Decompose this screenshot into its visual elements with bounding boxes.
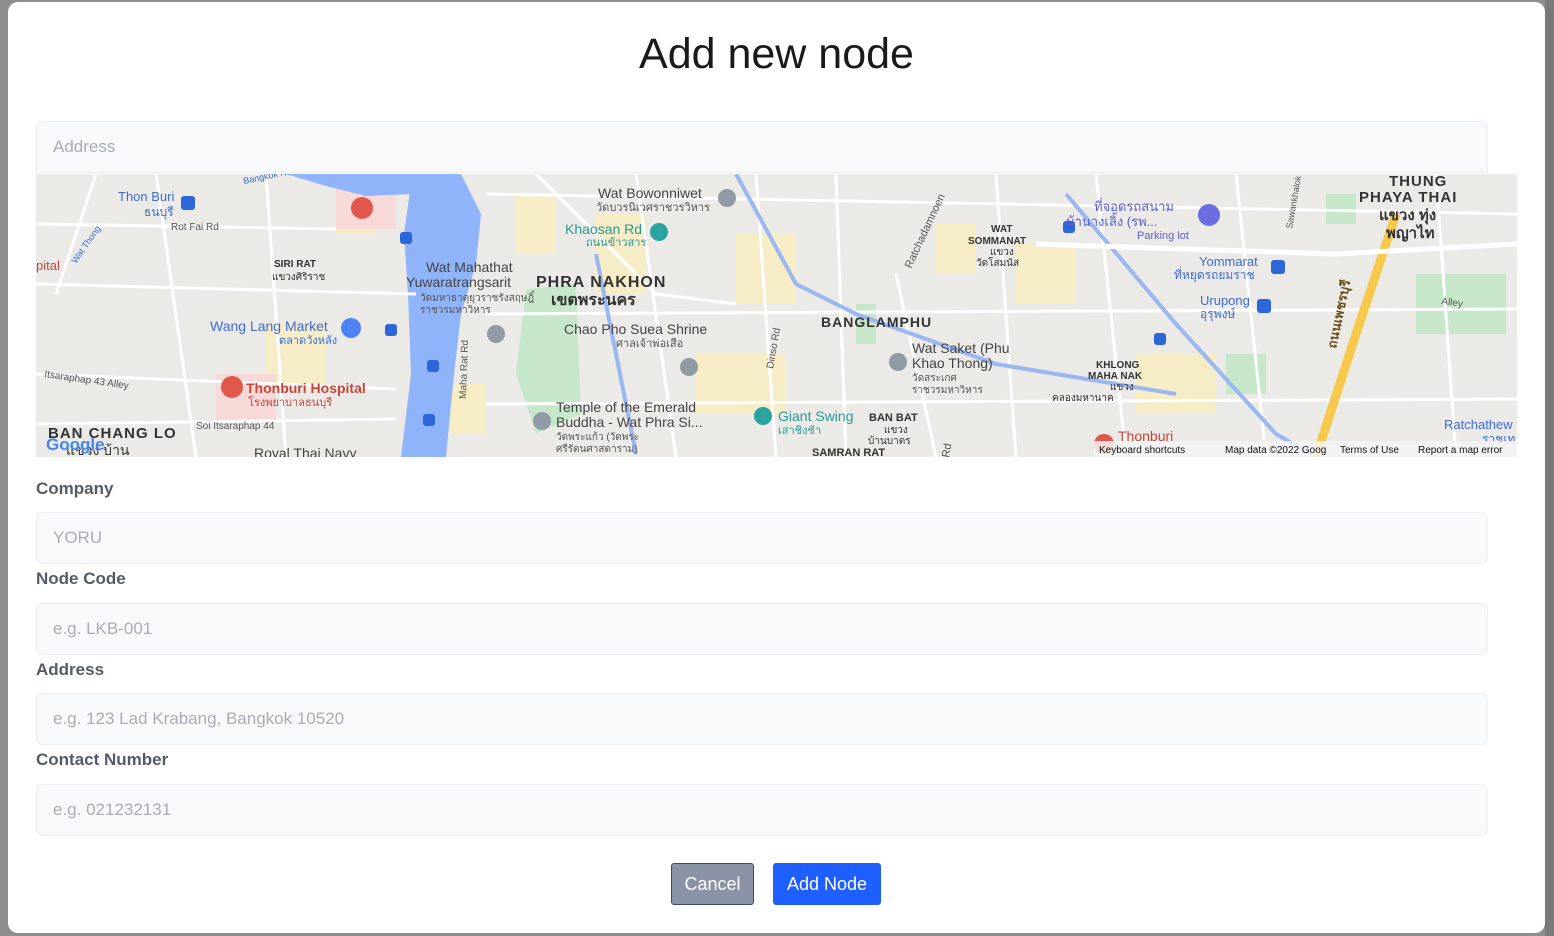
map-label: บ้านบาตร [868, 435, 911, 447]
map-label: Royal Thai Navy [254, 445, 356, 457]
map-label: Giant Swing [778, 408, 853, 424]
map-label: ศาลเจ้าพ่อเสือ [616, 337, 683, 350]
map-canvas[interactable]: Thon Buri ธนบุรี Rot Fai Rd pital SIRI R… [36, 174, 1517, 457]
map-label: แขวง [884, 425, 908, 436]
map-label: BAN BAT [869, 412, 918, 424]
map-label: วัดมหาธาตุยุวราชรังสฤษฎิ์ [420, 290, 536, 304]
map-label: โรงพยาบาลธนบุรี [248, 395, 332, 409]
map-label: Khao Thong) [912, 355, 993, 371]
map-label: คลองมหานาค [1052, 393, 1114, 404]
cancel-button[interactable]: Cancel [671, 863, 754, 905]
map-label: ที่หยุดรถยมราช [1174, 266, 1255, 283]
map-view[interactable]: Thon Buri ธนบุรี Rot Fai Rd pital SIRI R… [36, 174, 1517, 457]
map-label: Wat Bowonniwet [598, 185, 702, 201]
map-label: Khaosan Rd [565, 221, 642, 237]
map-label: Yuwaratrangsarit [406, 274, 511, 290]
map-label: Maha Rat Rd [458, 340, 471, 399]
map-label: Parking lot [1137, 230, 1189, 242]
map-label: Chao Pho Suea Shrine [564, 321, 707, 337]
map-label: Rot Fai Rd [171, 222, 219, 233]
map-label: ตลาดวังหลัง [279, 335, 337, 347]
map-label: วัดบวรนิเวศราชวรวิหาร [596, 202, 710, 214]
map-label: ม้านางเลิ้ง (รพ... [1066, 212, 1158, 229]
node-code-label: Node Code [36, 569, 126, 588]
map-label: แขวง [990, 247, 1014, 258]
keyboard-shortcuts-link[interactable]: Keyboard shortcuts [1099, 445, 1185, 456]
add-node-button[interactable]: Add Node [773, 863, 881, 905]
map-label: ที่จอดรถสนาม [1094, 198, 1174, 214]
map-label: วัดสระเกศ [912, 373, 957, 384]
map-label: SIRI RAT [274, 259, 316, 270]
map-label: แขวง ทุ่ง [1379, 207, 1436, 225]
map-address-search-input[interactable] [36, 121, 1488, 173]
map-label: MAHA NAK [1088, 371, 1143, 382]
map-label: Urupong [1200, 293, 1250, 308]
map-label: Wat Mahathat [426, 259, 513, 275]
address-label: Address [36, 660, 105, 679]
backdrop-edge-right [1545, 0, 1554, 936]
map-label: Wang Lang Market [210, 318, 328, 334]
report-map-error-link[interactable]: Report a map error [1418, 445, 1503, 456]
modal-title: Add new node [639, 30, 914, 78]
map-label: วัดโสมนัส [976, 256, 1019, 269]
map-label: ธนบุรี [144, 205, 174, 220]
map-label: ราชวรมหาวิหาร [912, 385, 983, 396]
map-label: แขวงศิริราช [272, 272, 325, 283]
map-label: PHAYA THAI [1359, 189, 1457, 206]
terms-of-use-link[interactable]: Terms of Use [1340, 445, 1399, 456]
map-label: Ratchathew [1444, 417, 1513, 432]
map-label: Thon Buri [118, 189, 174, 204]
company-label: Company [36, 479, 114, 498]
contact-number-input[interactable] [36, 784, 1488, 836]
address-input[interactable] [36, 693, 1488, 745]
map-data-attribution: Map data ©2022 Goog [1225, 445, 1326, 456]
map-label: THUNG [1389, 174, 1447, 190]
map-label: PHRA NAKHON [536, 274, 666, 291]
map-label: ศรีรัตนศาสดาราม) [556, 443, 638, 455]
contact-number-label: Contact Number [36, 750, 169, 769]
company-input[interactable] [36, 512, 1488, 564]
map-label: BANGLAMPHU [821, 314, 932, 330]
map-label: Buddha - Wat Phra Si... [556, 414, 703, 430]
add-node-modal: Add new node Address Thon Buri ธนบุรี Ro… [8, 2, 1545, 933]
map-label: SOMMANAT [968, 236, 1026, 247]
google-logo[interactable]: Google [46, 435, 105, 454]
map-label: อุรุพงษ์ [1200, 307, 1236, 322]
map-label: WAT [991, 224, 1012, 235]
map-label: Soi Itsaraphap 44 [196, 421, 275, 432]
map-label: Rd [940, 443, 954, 457]
map-label: Thonburi Hospital [246, 380, 366, 396]
map-label: เสาชิงช้า [778, 425, 821, 437]
map-label: pital [36, 258, 60, 273]
map-label: Yommarat [1199, 254, 1258, 269]
map-label: ถนนข้าวสาร [586, 237, 646, 249]
map-label: เขตพระนคร [551, 292, 636, 309]
map-label: พญาไท [1386, 223, 1435, 242]
map-label: แขวง [1110, 382, 1134, 393]
map-label: วัดพระแก้ว (วัดพระ [556, 431, 639, 443]
map-label: SAMRAN RAT [812, 447, 885, 457]
map-label: Temple of the Emerald [556, 399, 696, 415]
map-label: ราชวรมหาวิหาร [420, 305, 491, 316]
node-code-input[interactable] [36, 603, 1488, 655]
map-label: Wat Saket (Phu [912, 340, 1010, 356]
map-label: KHLONG [1096, 360, 1140, 371]
